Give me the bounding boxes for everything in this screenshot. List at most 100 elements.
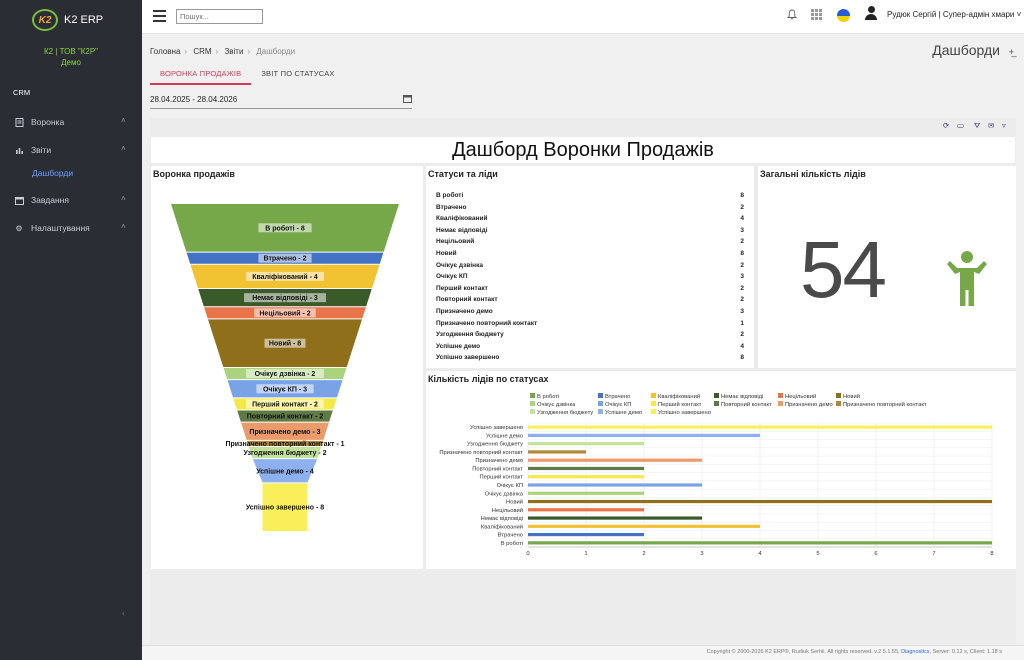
y-tick-label: Перший контакт — [480, 474, 524, 481]
bar[interactable] — [528, 533, 644, 537]
bar[interactable] — [528, 475, 644, 479]
comment-icon[interactable]: ▿ — [1002, 121, 1006, 130]
copyright: Copyright © 2000-2026 K2 ERP®, Rudiuk Se… — [706, 649, 900, 655]
logo[interactable]: K2 K2 ERP — [0, 0, 142, 40]
legend-swatch — [836, 393, 841, 398]
company-name: К2 | ТОВ "К2Р" — [43, 47, 99, 56]
diagnostics-link[interactable]: Diagnostics — [901, 649, 929, 655]
bar[interactable] — [528, 508, 644, 512]
legend-swatch — [598, 393, 603, 398]
language-flag-icon[interactable] — [837, 9, 850, 22]
sidebar-item-label: Завдання — [31, 195, 69, 205]
sidebar-item-label: Налаштування — [31, 223, 90, 233]
chevron-up-icon: ˄ — [121, 222, 126, 231]
bar[interactable] — [528, 541, 992, 545]
breadcrumb-reports[interactable]: Звіти — [224, 47, 243, 56]
section-crm: CRM — [13, 88, 31, 97]
legend-label: В роботі — [537, 394, 559, 400]
status-name: Очікує дзвінка — [436, 261, 483, 269]
funnel-label: Успішно завершено - 8 — [246, 504, 324, 512]
legend-swatch — [530, 393, 535, 398]
status-row: Повторний контакт 2 — [436, 296, 744, 308]
funnel-label: Немає відповіді - 3 — [252, 294, 318, 302]
breadcrumb-crm[interactable]: CRM — [193, 47, 211, 56]
tab-sales-funnel[interactable]: ВОРОНКА ПРОДАЖІВ — [150, 68, 252, 85]
tab-status-report[interactable]: ЗВІТ ПО СТАТУСАХ — [251, 68, 344, 85]
sidebar-item-settings[interactable]: ⚙ Налаштування ˄ — [0, 215, 142, 241]
legend-label: Очікує КП — [605, 402, 631, 408]
status-count: 8 — [740, 192, 744, 199]
y-tick-label: Немає відповіді — [481, 516, 523, 522]
legend-swatch — [778, 401, 783, 406]
menu-icon[interactable] — [153, 10, 166, 22]
status-name: Перший контакт — [436, 284, 488, 292]
bar[interactable] — [528, 442, 644, 446]
bar[interactable] — [528, 466, 644, 471]
bar[interactable] — [528, 458, 702, 462]
add-dashboard-icon[interactable]: +̲ — [1009, 47, 1014, 57]
status-row: Немає відповіді 3 — [436, 227, 744, 239]
legend-swatch — [530, 409, 535, 414]
bar[interactable] — [528, 425, 992, 429]
funnel-label: Нецільовий - 2 — [259, 309, 310, 317]
status-row: Успішне демо 4 — [436, 343, 744, 355]
user-menu[interactable]: Рудюк Сергій | Супер-адмін хмари ˅ — [887, 10, 1021, 19]
sidebar-item-funnel[interactable]: Воронка ˄ — [0, 109, 142, 135]
filter-icon[interactable]: ⛛ — [974, 121, 980, 131]
status-count: 4 — [740, 342, 744, 350]
funnel-label: Очікує дзвінка - 2 — [255, 370, 316, 378]
status-row: Успішно завершено 8 — [436, 354, 744, 366]
apps-grid-icon[interactable] — [811, 9, 822, 23]
status-row: Новий 8 — [436, 250, 744, 262]
bell-icon[interactable] — [786, 9, 798, 23]
legend-label: Перший контакт — [658, 401, 702, 408]
status-name: Призначено повторний контакт — [436, 319, 538, 327]
x-tick-label: 5 — [816, 551, 819, 557]
funnel-panel: Воронка продажів В роботі - 8 Втрачено - … — [151, 166, 423, 569]
status-name: Призначено демо — [436, 307, 493, 315]
sidebar-item-reports[interactable]: Звіти ˄ — [0, 137, 142, 163]
legend-label: Успішно завершено — [658, 410, 711, 416]
legend-label: Втрачено — [605, 394, 630, 400]
status-row: Узгодження бюджету 2 — [436, 331, 744, 343]
bar[interactable] — [528, 516, 702, 520]
status-name: Повторний контакт — [436, 296, 498, 304]
legend-swatch — [714, 401, 719, 406]
status-name: Кваліфікований — [436, 215, 488, 223]
date-range-input[interactable]: 28.04.2025 - 28.04.2026 — [150, 95, 412, 109]
email-icon[interactable]: ✉ — [988, 121, 994, 130]
bar[interactable] — [528, 524, 760, 528]
y-tick-label: Призначено демо — [475, 458, 523, 464]
refresh-icon[interactable]: ⟳ — [943, 121, 949, 130]
logo-text: K2 ERP — [64, 14, 104, 26]
legend-swatch — [651, 393, 656, 398]
breadcrumb-home[interactable]: Головна — [150, 47, 180, 56]
sidebar-subitem-dashboards[interactable]: Дашборди — [0, 163, 142, 183]
bar[interactable] — [528, 483, 702, 487]
legend-swatch — [530, 401, 535, 406]
x-tick-label: 0 — [526, 551, 529, 557]
bar[interactable] — [528, 433, 760, 437]
status-count: 2 — [740, 261, 744, 269]
collapse-sidebar-icon[interactable]: ‹ — [122, 608, 125, 618]
search-input[interactable] — [176, 9, 263, 24]
bar[interactable] — [528, 499, 992, 504]
legend-label: Повторний контакт — [721, 401, 772, 408]
calendar-icon[interactable] — [403, 94, 412, 105]
company-info: К2 | ТОВ "К2Р" Демо — [0, 46, 142, 68]
bar[interactable] — [528, 491, 644, 495]
user-icon[interactable] — [865, 6, 877, 20]
status-count: 4 — [740, 215, 744, 223]
bar[interactable] — [528, 450, 586, 454]
total-panel-title: Загальні кількість лідів — [760, 169, 866, 179]
total-panel: Загальні кількість лідів 54 — [758, 166, 1016, 368]
x-tick-label: 2 — [642, 551, 645, 557]
breadcrumb-current: Дашборди — [256, 47, 296, 56]
user-name: Рудюк Сергій | Супер-адмін хмари — [887, 10, 1015, 19]
status-row: Нецільовий 2 — [436, 238, 744, 250]
legend-label: Призначено повторний контакт — [843, 401, 927, 408]
x-tick-label: 4 — [758, 551, 762, 557]
sidebar-item-tasks[interactable]: Завдання ˄ — [0, 187, 142, 213]
folder-icon[interactable]: ▭ — [957, 121, 964, 130]
main-content: Головна › CRM › Звіти › Дашборди Дашборди +… — [142, 34, 1024, 660]
